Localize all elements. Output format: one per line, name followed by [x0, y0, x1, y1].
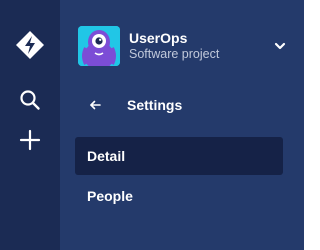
plus-icon [19, 129, 41, 156]
nav-item-label: Detail [87, 148, 126, 164]
project-name: UserOps [129, 30, 188, 46]
create-button[interactable] [12, 124, 48, 160]
project-type: Software project [129, 47, 220, 61]
settings-heading: Settings [127, 97, 183, 113]
nav-item-label: People [87, 188, 133, 204]
back-to-settings[interactable]: Settings [88, 94, 182, 116]
global-nav-rail [0, 0, 60, 250]
project-info: UserOps Software project [129, 30, 272, 62]
app-root: UserOps Software project Settings Detail [0, 0, 304, 250]
home-logo-button[interactable] [12, 29, 48, 65]
project-sidebar: UserOps Software project Settings Detail [60, 0, 304, 250]
search-icon [19, 89, 41, 116]
diamond-logo-icon [15, 30, 45, 65]
monster-avatar-icon [78, 26, 120, 66]
nav-item-detail[interactable]: Detail [75, 137, 283, 175]
chevron-down-icon[interactable] [272, 38, 288, 54]
search-button[interactable] [12, 84, 48, 120]
arrow-left-icon [88, 98, 102, 112]
nav-item-people[interactable]: People [75, 177, 283, 215]
project-switcher[interactable]: UserOps Software project [78, 25, 288, 67]
